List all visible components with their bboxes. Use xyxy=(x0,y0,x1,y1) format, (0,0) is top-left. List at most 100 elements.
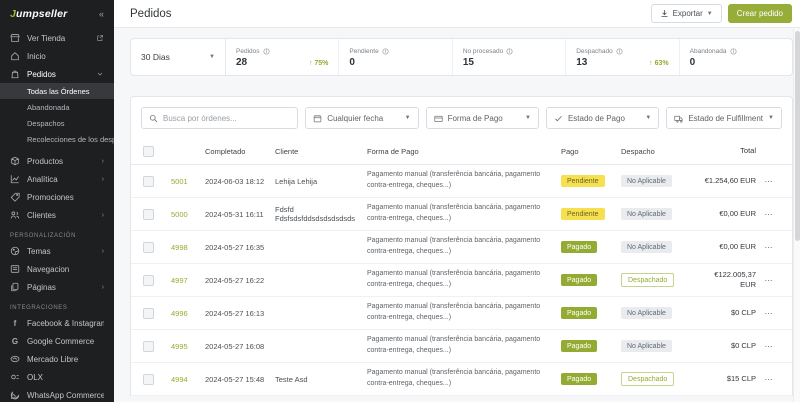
completed-date: 2024-05-31 16:11 xyxy=(205,209,264,219)
fulfillment-status-badge: No Aplicable xyxy=(621,340,672,352)
export-button[interactable]: Exportar ▼ xyxy=(650,4,722,23)
fulfillment-status-badge: No Aplicable xyxy=(621,208,672,220)
sidebar-item-productos[interactable]: Productos › xyxy=(0,152,114,170)
order-number-link[interactable]: 4994 xyxy=(171,375,205,384)
client-name: Teste Asd xyxy=(275,374,308,384)
row-actions-button[interactable]: ⋯ xyxy=(756,243,782,252)
mercadolibre-icon xyxy=(10,354,20,364)
fulfillment-filter-dropdown[interactable]: Estado de Fulfillment ▼ xyxy=(666,107,782,129)
completed-date: 2024-05-27 16:35 xyxy=(205,242,265,252)
select-all-checkbox[interactable] xyxy=(143,146,154,157)
section-label-personalizacion: Personalización xyxy=(10,233,77,239)
row-checkbox[interactable] xyxy=(143,340,154,352)
completed-date: 2024-06-03 18:12 xyxy=(205,176,265,186)
payment-method-filter-dropdown[interactable]: Forma de Pago ▼ xyxy=(425,107,539,129)
delta-up-badge: ↑ 63% xyxy=(649,59,669,67)
sidebar-item-paginas[interactable]: Páginas › xyxy=(0,278,114,296)
calendar-icon xyxy=(313,114,322,123)
sidebar-item-inicio[interactable]: Inicio xyxy=(0,47,114,65)
table-row: 4995 2024-05-27 16:08 Pagamento manual (… xyxy=(131,330,792,363)
delta-up-badge: ↑ 75% xyxy=(308,59,329,67)
sidebar-item-ver-tienda[interactable]: Ver Tienda xyxy=(0,29,114,47)
scrollbar-thumb[interactable] xyxy=(795,31,800,241)
col-completado: Completado xyxy=(205,147,246,156)
chevron-right-icon: › xyxy=(101,283,104,291)
sidebar-item-google-commerce[interactable]: G Google Commerce xyxy=(0,332,114,350)
row-actions-button[interactable]: ⋯ xyxy=(756,210,782,219)
chevron-right-icon: › xyxy=(101,211,104,219)
olx-icon xyxy=(10,372,20,382)
info-icon[interactable] xyxy=(382,47,389,55)
payment-status-filter-dropdown[interactable]: Estado de Pago ▼ xyxy=(545,107,660,129)
create-order-button[interactable]: Crear pedido xyxy=(727,4,792,23)
sidebar: Jumpseller « Ver Tienda Inicio Pedidos T… xyxy=(0,0,114,402)
sidebar-item-clientes[interactable]: Clientes › xyxy=(0,206,114,224)
chevron-right-icon: › xyxy=(101,157,104,165)
stat-pedidos: Pedidos 28 ↑ 75% xyxy=(226,39,340,75)
col-forma-de-pago: Forma de Pago xyxy=(367,147,419,156)
date-filter-dropdown[interactable]: Cualquier fecha ▼ xyxy=(305,107,419,129)
client-name: Fdsfd Fdsfsdsfddsdsdsdsdsds xyxy=(275,205,356,223)
sidebar-subitem-despachos[interactable]: Despachos xyxy=(0,115,114,131)
collapse-sidebar-icon[interactable]: « xyxy=(99,9,104,19)
chevron-down-icon: ▼ xyxy=(404,115,411,121)
row-actions-button[interactable]: ⋯ xyxy=(756,276,782,285)
sidebar-item-analitica[interactable]: Analítica › xyxy=(0,170,114,188)
fulfillment-status-badge: No Aplicable xyxy=(621,175,672,187)
payment-status-badge: Pendiente xyxy=(561,208,605,220)
row-checkbox[interactable] xyxy=(143,175,154,187)
order-number-link[interactable]: 4997 xyxy=(171,276,205,285)
chevron-right-icon: › xyxy=(101,175,104,183)
table-row: 4994 2024-05-27 15:48 Teste Asd Pagament… xyxy=(131,363,792,396)
sidebar-item-pedidos[interactable]: Pedidos xyxy=(0,65,114,83)
search-orders-field[interactable] xyxy=(141,107,299,129)
sidebar-item-temas[interactable]: Temas › xyxy=(0,242,114,260)
sidebar-item-whatsapp-commerce[interactable]: WhatsApp Commerce xyxy=(0,386,114,402)
period-selector[interactable]: 30 Dias ▼ xyxy=(131,39,226,75)
orders-panel: Cualquier fecha ▼ Forma de Pago ▼ Estado… xyxy=(130,96,793,396)
sidebar-subitem-todas-las-ordenes[interactable]: Todas las Órdenes xyxy=(0,83,114,99)
row-actions-button[interactable]: ⋯ xyxy=(756,177,782,186)
order-number-link[interactable]: 5001 xyxy=(171,177,205,186)
sidebar-subitem-recolecciones[interactable]: Recolecciones de los despach xyxy=(0,131,114,147)
info-icon[interactable] xyxy=(616,47,623,55)
row-checkbox[interactable] xyxy=(143,274,154,286)
order-number-link[interactable]: 4995 xyxy=(171,342,205,351)
info-icon[interactable] xyxy=(506,47,513,55)
order-total: $15 CLP xyxy=(726,373,756,383)
row-actions-button[interactable]: ⋯ xyxy=(756,375,782,384)
order-number-link[interactable]: 4998 xyxy=(171,243,205,252)
fulfillment-status-badge: Despachado xyxy=(621,273,675,287)
info-icon[interactable] xyxy=(262,47,270,55)
order-number-link[interactable]: 4996 xyxy=(171,309,205,318)
payment-status-badge: Pagado xyxy=(561,241,598,253)
truck-icon xyxy=(674,114,683,123)
fulfillment-status-badge: No Aplicable xyxy=(621,241,672,253)
vertical-scrollbar[interactable] xyxy=(793,29,800,402)
chevron-down-icon: ▼ xyxy=(645,115,652,121)
credit-card-icon xyxy=(433,114,443,123)
completed-date: 2024-05-27 15:48 xyxy=(205,374,265,384)
info-icon[interactable] xyxy=(729,47,737,55)
row-checkbox[interactable] xyxy=(143,208,154,220)
jumpseller-logo[interactable]: Jumpseller xyxy=(10,8,67,20)
sidebar-item-promociones[interactable]: Promociones xyxy=(0,188,114,206)
top-bar: Pedidos Exportar ▼ Crear pedido xyxy=(114,0,800,28)
sidebar-item-olx[interactable]: OLX xyxy=(0,368,114,386)
sidebar-item-navegacion[interactable]: Navegacion xyxy=(0,260,114,278)
row-checkbox[interactable] xyxy=(143,307,154,319)
payment-status-badge: Pagado xyxy=(561,274,598,286)
row-checkbox[interactable] xyxy=(143,373,154,385)
bag-icon xyxy=(10,69,20,79)
order-number-link[interactable]: 5000 xyxy=(171,210,205,219)
row-actions-button[interactable]: ⋯ xyxy=(756,342,782,351)
search-input[interactable] xyxy=(163,113,291,123)
chevron-right-icon: › xyxy=(101,247,104,255)
row-checkbox[interactable] xyxy=(143,241,154,253)
row-actions-button[interactable]: ⋯ xyxy=(756,309,782,318)
sidebar-item-mercado-libre[interactable]: Mercado Libre xyxy=(0,350,114,368)
sidebar-subitem-abandonada[interactable]: Abandonada xyxy=(0,99,114,115)
order-total: €122.005,37 EUR xyxy=(714,269,756,290)
pages-icon xyxy=(10,282,20,292)
sidebar-item-facebook-instagram[interactable]: f Facebook & Instagram xyxy=(0,314,114,332)
